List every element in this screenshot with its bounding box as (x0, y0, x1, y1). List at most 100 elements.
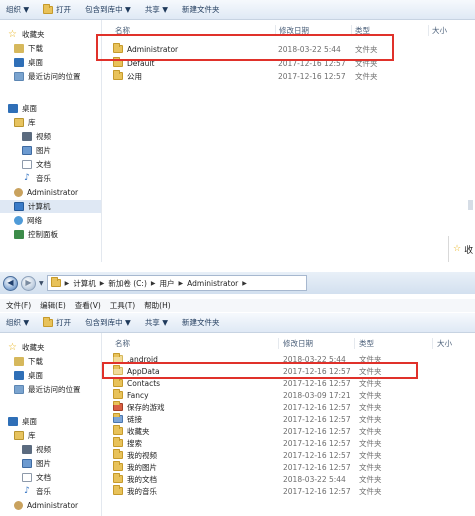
nav-recent[interactable]: 最近访问的位置 (14, 70, 81, 83)
nav-computer[interactable]: 计算机 (0, 200, 101, 213)
column-date[interactable]: 修改日期 (283, 338, 313, 349)
nav-network[interactable]: 网络 (14, 214, 42, 227)
file-row[interactable]: Fancy 2018-03-09 17:21 文件夹 (109, 389, 429, 401)
nav-recent[interactable]: 最近访问的位置 (14, 383, 81, 396)
nav-administrator[interactable]: Administrator (14, 499, 78, 512)
scrollbar-thumb[interactable] (468, 200, 473, 210)
new-folder-button[interactable]: 新建文件夹 (182, 317, 220, 328)
include-in-library-menu[interactable]: 包含到库中 ▼ (85, 4, 131, 15)
nav-music[interactable]: ♪ 音乐 (22, 485, 51, 498)
links-icon (113, 413, 123, 423)
videos-icon (22, 132, 32, 141)
control-panel-icon (14, 230, 24, 239)
file-name-text: 链接 (127, 414, 142, 424)
my-music-folder-icon (113, 485, 123, 495)
menu-edit[interactable]: 编辑(E) (40, 300, 66, 311)
nav-pictures[interactable]: 图片 (22, 144, 51, 157)
column-divider[interactable] (278, 338, 279, 349)
music-note-icon: ♪ (24, 486, 30, 496)
nav-label: 文档 (36, 473, 51, 482)
breadcrumb-users[interactable]: 用户 (160, 278, 175, 289)
breadcrumb-drive[interactable]: 新加卷 (C:) (108, 278, 147, 289)
file-row[interactable]: 保存的游戏 2017-12-16 12:57 文件夹 (109, 401, 429, 413)
file-name: Fancy (113, 389, 149, 400)
nav-administrator[interactable]: Administrator (14, 186, 78, 199)
organize-menu[interactable]: 组织 ▼ (6, 4, 29, 15)
nav-favorites[interactable]: ☆ 收藏夹 (8, 341, 45, 354)
share-menu[interactable]: 共享 ▼ (145, 317, 168, 328)
file-date: 2018-03-22 5:44 (283, 474, 346, 484)
file-type: 文件夹 (359, 426, 382, 436)
file-row[interactable]: 我的音乐 2017-12-16 12:57 文件夹 (109, 485, 429, 497)
column-name[interactable]: 名称 (115, 338, 130, 349)
file-date: 2017-12-16 12:57 (283, 450, 351, 460)
file-date: 2017-12-16 12:57 (283, 462, 351, 472)
file-date: 2017-12-16 12:57 (283, 486, 351, 496)
file-row[interactable]: 我的视频 2017-12-16 12:57 文件夹 (109, 449, 429, 461)
nav-libraries[interactable]: 库 (14, 116, 36, 129)
open-button[interactable]: 打开 (43, 316, 71, 328)
nav-desktop-root[interactable]: 桌面 (8, 102, 37, 115)
file-row[interactable]: 链接 2017-12-16 12:57 文件夹 (109, 413, 429, 425)
recent-pages-dropdown-icon[interactable]: ▼ (39, 280, 44, 287)
breadcrumb-user[interactable]: Administrator (187, 279, 238, 288)
nav-desktop-root[interactable]: 桌面 (8, 415, 37, 428)
open-button[interactable]: 打开 (43, 3, 71, 15)
star-icon: ☆ (453, 244, 462, 254)
file-row[interactable]: 我的文档 2018-03-22 5:44 文件夹 (109, 473, 429, 485)
column-size[interactable]: 大小 (437, 338, 452, 349)
nav-desktop[interactable]: 桌面 (14, 56, 43, 69)
file-row[interactable]: 收藏夹 2017-12-16 12:57 文件夹 (109, 425, 429, 437)
searches-folder-icon (113, 437, 123, 447)
column-size[interactable]: 大小 (432, 25, 447, 36)
chevron-right-icon[interactable]: ▶ (242, 280, 247, 287)
nav-documents[interactable]: 文档 (22, 158, 51, 171)
back-button[interactable]: ◀ (3, 275, 18, 291)
file-name-text: 保存的游戏 (127, 402, 165, 412)
nav-label: 桌面 (22, 104, 37, 113)
my-documents-folder-icon (113, 473, 123, 483)
chevron-right-icon[interactable]: ▶ (179, 280, 184, 287)
file-row[interactable]: 公用 2017-12-16 12:57 文件夹 (109, 70, 429, 82)
nav-downloads[interactable]: 下载 (14, 355, 43, 368)
nav-pictures[interactable]: 图片 (22, 457, 51, 470)
share-menu[interactable]: 共享 ▼ (145, 4, 168, 15)
nav-favorites[interactable]: ☆ 收藏夹 (8, 28, 45, 41)
menu-help[interactable]: 帮助(H) (144, 300, 171, 311)
pictures-icon (22, 459, 32, 468)
nav-videos[interactable]: 视频 (22, 443, 51, 456)
column-type[interactable]: 类型 (359, 338, 374, 349)
chevron-right-icon[interactable]: ▶ (100, 280, 105, 287)
file-name-text: 我的图片 (127, 462, 157, 472)
pictures-icon (22, 146, 32, 155)
menu-file[interactable]: 文件(F) (6, 300, 31, 311)
new-folder-button[interactable]: 新建文件夹 (182, 4, 220, 15)
nav-videos[interactable]: 视频 (22, 130, 51, 143)
nav-label: Administrator (27, 188, 79, 197)
include-in-library-menu[interactable]: 包含到库中 ▼ (85, 317, 131, 328)
column-divider[interactable] (428, 25, 429, 36)
chevron-right-icon[interactable]: ▶ (65, 280, 70, 287)
nav-downloads[interactable]: 下载 (14, 42, 43, 55)
file-list: 名称 修改日期 类型 大小 .android 2018-03-22 5:44 文… (102, 333, 475, 516)
organize-label: 组织 ▼ (6, 318, 30, 327)
nav-documents[interactable]: 文档 (22, 471, 51, 484)
nav-music[interactable]: ♪ 音乐 (22, 172, 51, 185)
nav-libraries[interactable]: 库 (14, 429, 36, 442)
menu-view[interactable]: 查看(V) (75, 300, 101, 311)
command-bar: 组织 ▼ 打开 包含到库中 ▼ 共享 ▼ 新建文件夹 (0, 313, 475, 333)
breadcrumb[interactable]: ▶ 计算机 ▶ 新加卷 (C:) ▶ 用户 ▶ Administrator ▶ (46, 275, 307, 291)
organize-menu[interactable]: 组织 ▼ (6, 317, 29, 328)
downloads-icon (14, 44, 24, 53)
breadcrumb-computer[interactable]: 计算机 (73, 278, 96, 289)
chevron-right-icon[interactable]: ▶ (151, 280, 156, 287)
file-row[interactable]: 我的图片 2017-12-16 12:57 文件夹 (109, 461, 429, 473)
file-name-text: 公用 (127, 71, 142, 81)
menu-tools[interactable]: 工具(T) (110, 300, 135, 311)
file-row[interactable]: 搜索 2017-12-16 12:57 文件夹 (109, 437, 429, 449)
column-divider[interactable] (354, 338, 355, 349)
column-divider[interactable] (432, 338, 433, 349)
nav-desktop[interactable]: 桌面 (14, 369, 43, 382)
nav-control-panel[interactable]: 控制面板 (14, 228, 58, 241)
forward-button[interactable]: ▶ (21, 275, 36, 291)
